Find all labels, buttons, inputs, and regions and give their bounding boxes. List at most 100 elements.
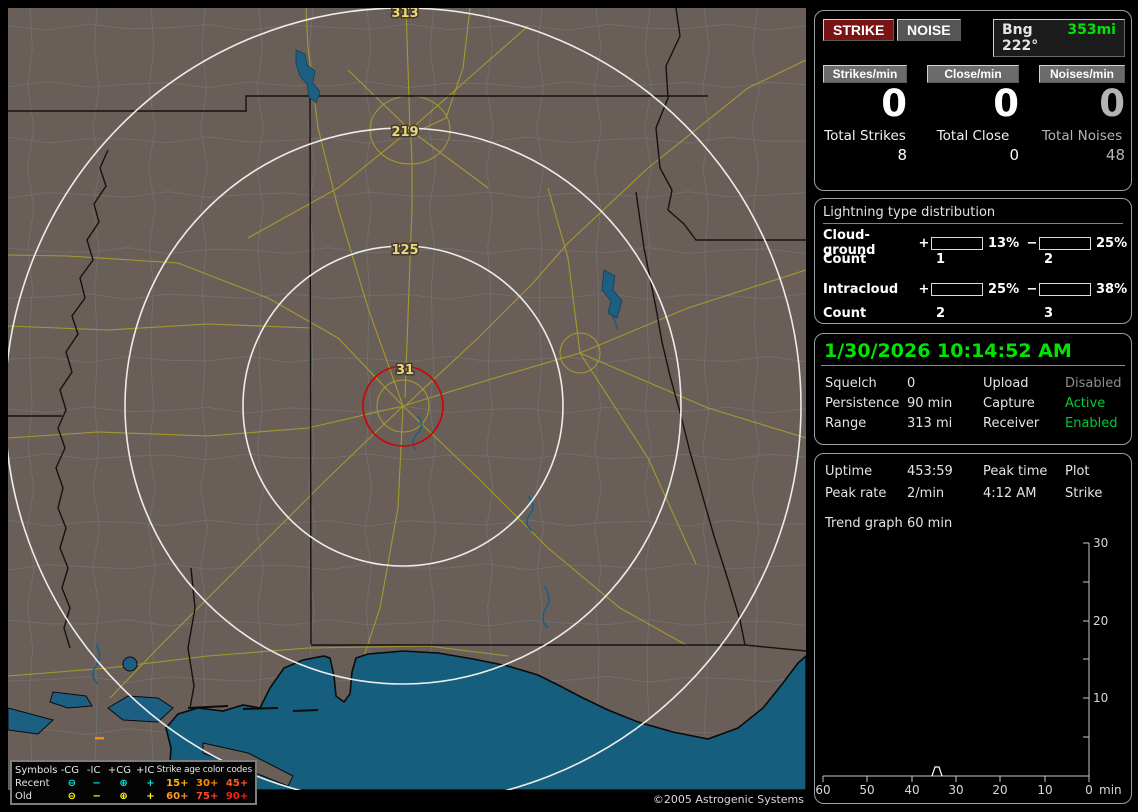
- strikes-rate-value: 0: [881, 82, 907, 125]
- age-60: 60+: [166, 791, 189, 802]
- intracloud-label: Intracloud: [823, 282, 899, 297]
- squelch-label: Squelch: [825, 376, 877, 391]
- cg-plus-pct: 13%: [988, 235, 1020, 251]
- legend-header-row: Symbols -CG -IC +CG +IC Strike age color…: [15, 764, 252, 777]
- age-45: 45+: [225, 778, 249, 789]
- noise-tab-button[interactable]: NOISE: [897, 19, 961, 41]
- cg-minus-count: 2: [1044, 252, 1054, 267]
- intracloud-count-row: Count 2 3: [823, 306, 1125, 321]
- distribution-title: Lightning type distribution: [823, 205, 1123, 224]
- plus-sign: +: [918, 235, 930, 251]
- xtick-40: 40: [904, 783, 919, 797]
- minus-sign: −: [1026, 282, 1038, 297]
- xtick-20: 20: [992, 783, 1007, 797]
- cloud-ground-count-row: Count 1 2: [823, 252, 1125, 267]
- receiver-label: Receiver: [983, 416, 1040, 431]
- receiver-status: Enabled: [1065, 416, 1118, 431]
- recent-neg-ic-icon: −: [92, 778, 101, 789]
- capture-label: Capture: [983, 396, 1035, 411]
- intracloud-row: Intracloud + 25% − 38%: [823, 282, 1127, 297]
- strike-tab-button[interactable]: STRIKE: [823, 19, 895, 41]
- total-close-value: 0: [1009, 145, 1019, 164]
- status-panel: 1/30/2026 10:14:52 AM Squelch 0 Upload D…: [814, 333, 1132, 445]
- plus-sign: +: [918, 282, 930, 297]
- ic-minus-pct: 38%: [1096, 282, 1128, 297]
- session-panel: Uptime 453:59 Peak time Plot Peak rate 2…: [814, 453, 1132, 804]
- status-row: Range 313 mi Receiver Enabled: [825, 416, 1125, 431]
- upload-status: Disabled: [1065, 376, 1122, 391]
- legend-symbols-header: Symbols: [15, 765, 58, 776]
- legend-recent-row: Recent ⊖ − ⊕ + 15+ 30+ 45+: [15, 777, 252, 790]
- counter-columns: Strikes/min 0 Total Strikes 8 Close/min …: [823, 65, 1125, 164]
- ic-plus-count: 2: [936, 306, 946, 321]
- count-label: Count: [823, 252, 867, 267]
- bearing-display: Bng 222° 353mi: [993, 19, 1125, 57]
- legend-old-label: Old: [15, 791, 32, 802]
- ytick-20: 20: [1093, 614, 1108, 628]
- recent-pos-cg-icon: ⊕: [119, 778, 128, 789]
- minus-sign: −: [1026, 235, 1038, 251]
- strikes-per-min-button[interactable]: Strikes/min: [823, 65, 907, 83]
- persistence-value: 90 min: [907, 396, 953, 411]
- xtick-50: 50: [859, 783, 874, 797]
- total-close-label: Total Close: [936, 127, 1010, 144]
- age-90: 90+: [225, 791, 249, 802]
- recent-pos-ic-icon: +: [146, 778, 155, 789]
- capture-status: Active: [1065, 396, 1106, 411]
- ring-label-313: 313: [391, 8, 418, 21]
- total-strikes-value: 8: [897, 145, 907, 164]
- ytick-30: 30: [1093, 536, 1108, 550]
- trend-axes: [822, 542, 1090, 782]
- trend-graph: 30 20 10 60 50 40 30 20 10 0 min: [815, 536, 1121, 797]
- noises-column: Noises/min 0 Total Noises 48: [1039, 65, 1125, 164]
- xtick-60: 60: [815, 783, 830, 797]
- persistence-label: Persistence: [825, 396, 900, 411]
- ring-label-31: 31: [396, 363, 414, 378]
- old-pos-cg-icon: ⊕: [119, 791, 128, 802]
- cg-plus-bar: [931, 236, 983, 250]
- range-value: 313 mi: [907, 416, 953, 431]
- total-noises-value: 48: [1105, 145, 1125, 164]
- ic-minus-count: 3: [1044, 306, 1054, 321]
- age-30: 30+: [196, 778, 219, 789]
- symbol-legend: Symbols -CG -IC +CG +IC Strike age color…: [10, 760, 257, 805]
- cg-plus-count: 1: [936, 252, 946, 267]
- ring-label-219: 219: [391, 125, 418, 140]
- noises-rate-value: 0: [1099, 82, 1125, 125]
- legend-col-neg-cg: -CG: [60, 765, 80, 776]
- total-strikes-label: Total Strikes: [824, 127, 906, 144]
- divider: [821, 365, 1125, 366]
- radar-map[interactable]: 313 219 125 31: [8, 8, 806, 790]
- old-neg-cg-icon: ⊖: [67, 791, 76, 802]
- trend-series-line: [931, 766, 943, 777]
- xtick-0: 0: [1085, 783, 1093, 797]
- ytick-10: 10: [1093, 691, 1108, 705]
- bearing-value: Bng 222°: [1002, 22, 1039, 54]
- legend-col-pos-cg: +CG: [107, 765, 131, 776]
- bearing-range-value: 353mi: [1067, 22, 1116, 38]
- legend-col-pos-ic: +IC: [136, 765, 155, 776]
- noises-per-min-button[interactable]: Noises/min: [1039, 65, 1125, 83]
- strikes-column: Strikes/min 0 Total Strikes 8: [823, 65, 907, 164]
- ic-plus-pct: 25%: [988, 282, 1020, 297]
- map-canvas: 313 219 125 31: [8, 8, 806, 790]
- trend-tick-labels: 30 20 10 60 50 40 30 20 10 0 min: [815, 536, 1121, 797]
- ic-minus-bar: [1039, 283, 1091, 296]
- status-row: Squelch 0 Upload Disabled: [825, 376, 1125, 391]
- recent-neg-cg-icon: ⊖: [67, 778, 76, 789]
- close-per-min-button[interactable]: Close/min: [927, 65, 1019, 83]
- ring-label-125: 125: [391, 243, 418, 258]
- legend-old-row: Old ⊖ − ⊕ + 60+ 75+ 90+: [15, 790, 252, 803]
- close-column: Close/min 0 Total Close 0: [927, 65, 1019, 164]
- cg-minus-pct: 25%: [1096, 235, 1128, 251]
- legend-age-header: Strike age color codes: [156, 765, 253, 775]
- close-rate-value: 0: [993, 82, 1019, 125]
- lightning-distribution-panel: Lightning type distribution Cloud-ground…: [814, 198, 1132, 324]
- ic-plus-bar: [931, 283, 983, 296]
- upload-label: Upload: [983, 376, 1029, 391]
- legend-col-neg-ic: -IC: [86, 765, 101, 776]
- age-75: 75+: [196, 791, 219, 802]
- squelch-value: 0: [907, 376, 916, 391]
- xtick-10: 10: [1037, 783, 1052, 797]
- old-pos-ic-icon: +: [146, 791, 155, 802]
